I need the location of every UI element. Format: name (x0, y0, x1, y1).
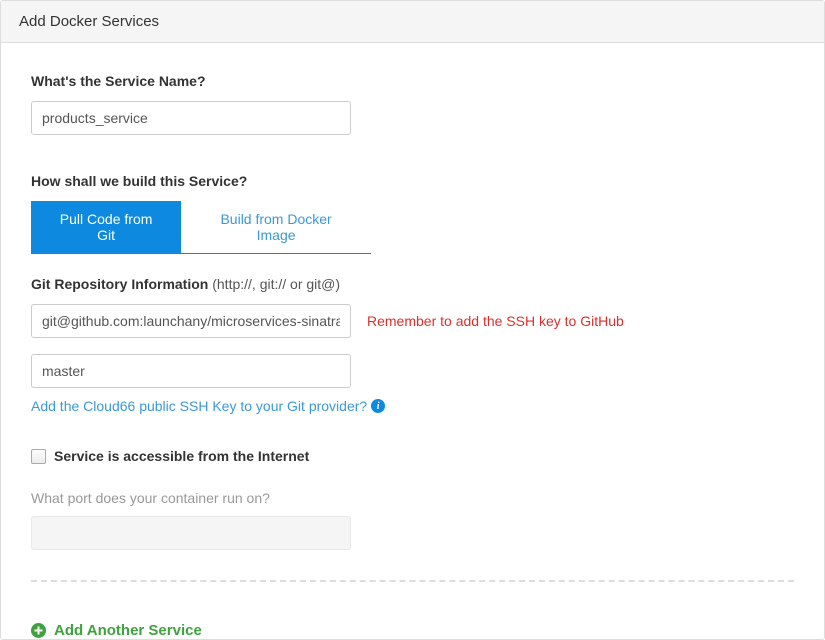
git-repo-hint: (http://, git:// or git@) (212, 276, 340, 292)
build-method-tabs: Pull Code from Git Build from Docker Ima… (31, 201, 371, 254)
service-name-input[interactable] (31, 101, 351, 135)
panel-body: What's the Service Name? How shall we bu… (1, 43, 824, 622)
port-input (31, 516, 351, 550)
section-divider (31, 580, 794, 582)
ssh-link-row: Add the Cloud66 public SSH Key to your G… (31, 398, 794, 414)
git-repo-url-row: Remember to add the SSH key to GitHub (31, 304, 794, 338)
ssh-key-link[interactable]: Add the Cloud66 public SSH Key to your G… (31, 398, 367, 414)
info-icon[interactable]: i (371, 399, 385, 413)
plus-circle-icon (31, 623, 46, 638)
service-name-section: What's the Service Name? (31, 73, 794, 135)
accessible-checkbox-row: Service is accessible from the Internet (31, 448, 794, 464)
service-name-label: What's the Service Name? (31, 73, 794, 89)
add-another-service-button[interactable]: Add Another Service (1, 622, 824, 639)
git-repo-label: Git Repository Information (31, 276, 208, 292)
accessible-checkbox[interactable] (31, 449, 46, 464)
git-branch-input[interactable] (31, 354, 351, 388)
git-repo-label-row: Git Repository Information (http://, git… (31, 276, 794, 292)
git-repo-url-input[interactable] (31, 304, 351, 338)
tab-pull-code-from-git[interactable]: Pull Code from Git (31, 201, 181, 253)
accessible-label: Service is accessible from the Internet (54, 448, 309, 464)
panel-title: Add Docker Services (1, 1, 824, 43)
git-repo-section: Git Repository Information (http://, git… (31, 276, 794, 414)
accessible-section: Service is accessible from the Internet (31, 448, 794, 464)
add-docker-services-panel: Add Docker Services What's the Service N… (0, 0, 825, 640)
ssh-warning-text: Remember to add the SSH key to GitHub (367, 313, 624, 329)
add-another-service-label: Add Another Service (54, 622, 202, 639)
build-method-label: How shall we build this Service? (31, 173, 794, 189)
port-section: What port does your container run on? (31, 490, 794, 550)
tab-build-from-docker-image[interactable]: Build from Docker Image (181, 201, 371, 253)
build-method-section: How shall we build this Service? Pull Co… (31, 173, 794, 254)
port-label: What port does your container run on? (31, 490, 794, 506)
